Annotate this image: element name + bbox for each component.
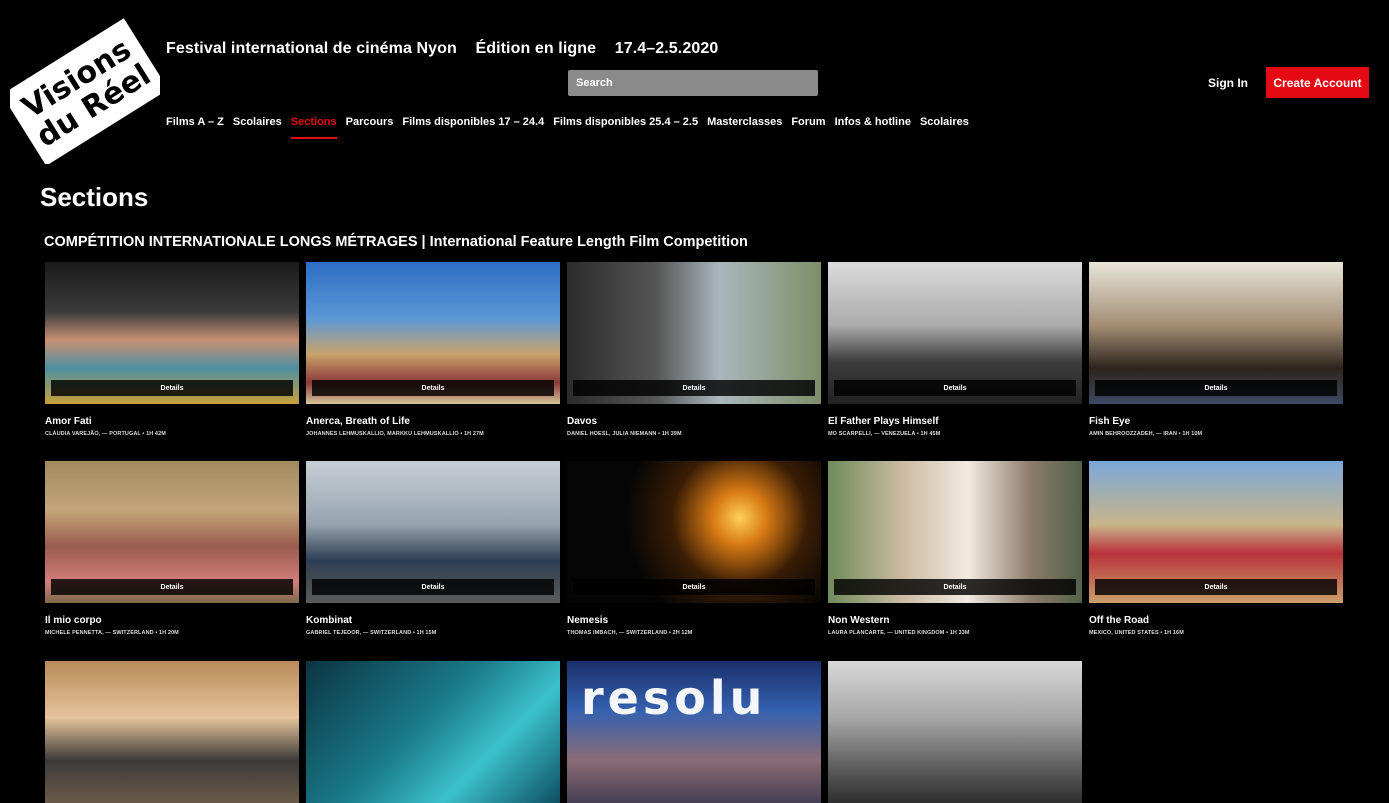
page-title: Sections (40, 182, 149, 212)
film-thumbnail[interactable]: Details (1089, 461, 1343, 603)
section-title: COMPÉTITION INTERNATIONALE LONGS MÉTRAGE… (44, 234, 748, 250)
nav-scolaires[interactable]: Scolaires (233, 116, 282, 134)
nav-sections[interactable]: Sections (290, 116, 337, 139)
details-button[interactable]: Details (1095, 579, 1337, 595)
nav-forum[interactable]: Forum (791, 116, 825, 134)
details-button[interactable]: Details (1095, 380, 1337, 396)
film-title[interactable]: Off the Road (1089, 615, 1343, 626)
film-thumbnail[interactable]: Details (45, 262, 299, 404)
film-card[interactable]: Details Kombinat GABRIEL TEJEDOR, — SWIT… (306, 461, 560, 636)
details-button[interactable]: Details (51, 380, 293, 396)
details-button[interactable]: Details (312, 579, 554, 595)
film-title[interactable]: Kombinat (306, 615, 560, 626)
film-title[interactable]: Fish Eye (1089, 416, 1343, 427)
thumbnail-overlay-text: resolu (581, 671, 767, 725)
film-thumbnail[interactable]: Details (306, 262, 560, 404)
visions-du-reel-logo[interactable]: Visions du Réel (10, 14, 160, 164)
film-meta: AMIN BEHROOZZADEH, — IRAN • 1H 10M (1089, 431, 1203, 437)
film-card[interactable]: Details Nemesis THOMAS IMBACH, — SWITZER… (567, 461, 821, 636)
film-thumbnail[interactable]: Details (828, 461, 1082, 603)
details-button[interactable]: Details (834, 380, 1076, 396)
details-button[interactable]: Details (834, 579, 1076, 595)
nav-scolaires-2[interactable]: Scolaires (920, 116, 969, 134)
film-thumbnail[interactable]: Details (45, 461, 299, 603)
film-thumbnail[interactable]: resolu (567, 661, 821, 803)
film-card[interactable]: Details Non Western LAURA PLANCARTE, — U… (828, 461, 1082, 636)
film-card[interactable] (828, 661, 1082, 803)
nav-films-a-z[interactable]: Films A – Z (166, 116, 224, 134)
film-meta: MEXICO, UNITED STATES • 1H 16M (1089, 630, 1184, 636)
film-meta: MICHELE PENNETTA, — SWITZERLAND • 1H 20M (45, 630, 179, 636)
film-title[interactable]: Amor Fati (45, 416, 299, 427)
film-meta: JOHANNES LEHMUSKALLIO, MARKKU LEHMUSKALL… (306, 431, 484, 437)
film-meta: GABRIEL TEJEDOR, — SWITZERLAND • 1H 15M (306, 630, 437, 636)
nav-masterclasses[interactable]: Masterclasses (707, 116, 782, 134)
film-thumbnail[interactable]: Details (567, 461, 821, 603)
film-card[interactable]: Details Amor Fati CLÁUDIA VAREJÃO, — POR… (45, 262, 299, 437)
film-title[interactable]: Il mio corpo (45, 615, 299, 626)
film-meta: CLÁUDIA VAREJÃO, — PORTUGAL • 1H 42M (45, 431, 166, 437)
festival-header: Festival international de cinéma Nyon Éd… (166, 40, 732, 58)
nav-films-17-24[interactable]: Films disponibles 17 – 24.4 (402, 116, 544, 134)
film-title[interactable]: Anerca, Breath of Life (306, 416, 560, 427)
film-meta: LAURA PLANCARTE, — UNITED KINGDOM • 1H 3… (828, 630, 970, 636)
film-thumbnail[interactable]: Details (567, 262, 821, 404)
film-title[interactable]: Non Western (828, 615, 1082, 626)
film-title[interactable]: Davos (567, 416, 821, 427)
nav-parcours[interactable]: Parcours (346, 116, 394, 134)
nav-films-25-2[interactable]: Films disponibles 25.4 – 2.5 (553, 116, 698, 134)
film-thumbnail[interactable] (45, 661, 299, 803)
film-card[interactable]: Details Davos DANIEL HOESL, JULIA NIEMAN… (567, 262, 821, 437)
details-button[interactable]: Details (573, 380, 815, 396)
film-card[interactable]: Details El Father Plays Himself MO SCARP… (828, 262, 1082, 437)
details-button[interactable]: Details (51, 579, 293, 595)
film-card[interactable]: resolu (567, 661, 821, 803)
film-thumbnail[interactable]: Details (306, 461, 560, 603)
film-thumbnail[interactable]: Details (1089, 262, 1343, 404)
festival-title: Festival international de cinéma Nyon (166, 40, 457, 57)
create-account-button[interactable]: Create Account (1266, 67, 1369, 98)
film-meta: MO SCARPELLI, — VENEZUELA • 1H 45M (828, 431, 941, 437)
film-card[interactable]: Details Il mio corpo MICHELE PENNETTA, —… (45, 461, 299, 636)
nav-infos-hotline[interactable]: Infos & hotline (835, 116, 911, 134)
festival-dates: 17.4–2.5.2020 (614, 40, 719, 57)
film-card[interactable]: Details Off the Road MEXICO, UNITED STAT… (1089, 461, 1343, 636)
details-button[interactable]: Details (573, 579, 815, 595)
film-card[interactable] (45, 661, 299, 803)
details-button[interactable]: Details (312, 380, 554, 396)
film-card[interactable]: Details Anerca, Breath of Life JOHANNES … (306, 262, 560, 437)
film-title[interactable]: Nemesis (567, 615, 821, 626)
film-meta: THOMAS IMBACH, — SWITZERLAND • 2H 12M (567, 630, 693, 636)
festival-edition: Édition en ligne (475, 40, 597, 57)
search-input[interactable] (568, 70, 818, 96)
sign-in-link[interactable]: Sign In (1208, 76, 1248, 90)
film-thumbnail[interactable] (828, 661, 1082, 803)
film-thumbnail[interactable]: Details (828, 262, 1082, 404)
film-meta: DANIEL HOESL, JULIA NIEMANN • 1H 39M (567, 431, 682, 437)
film-thumbnail[interactable] (306, 661, 560, 803)
main-nav: Films A – Z Scolaires Sections Parcours … (166, 116, 978, 139)
film-card[interactable] (306, 661, 560, 803)
film-title[interactable]: El Father Plays Himself (828, 416, 1082, 427)
film-card[interactable]: Details Fish Eye AMIN BEHROOZZADEH, — IR… (1089, 262, 1343, 437)
